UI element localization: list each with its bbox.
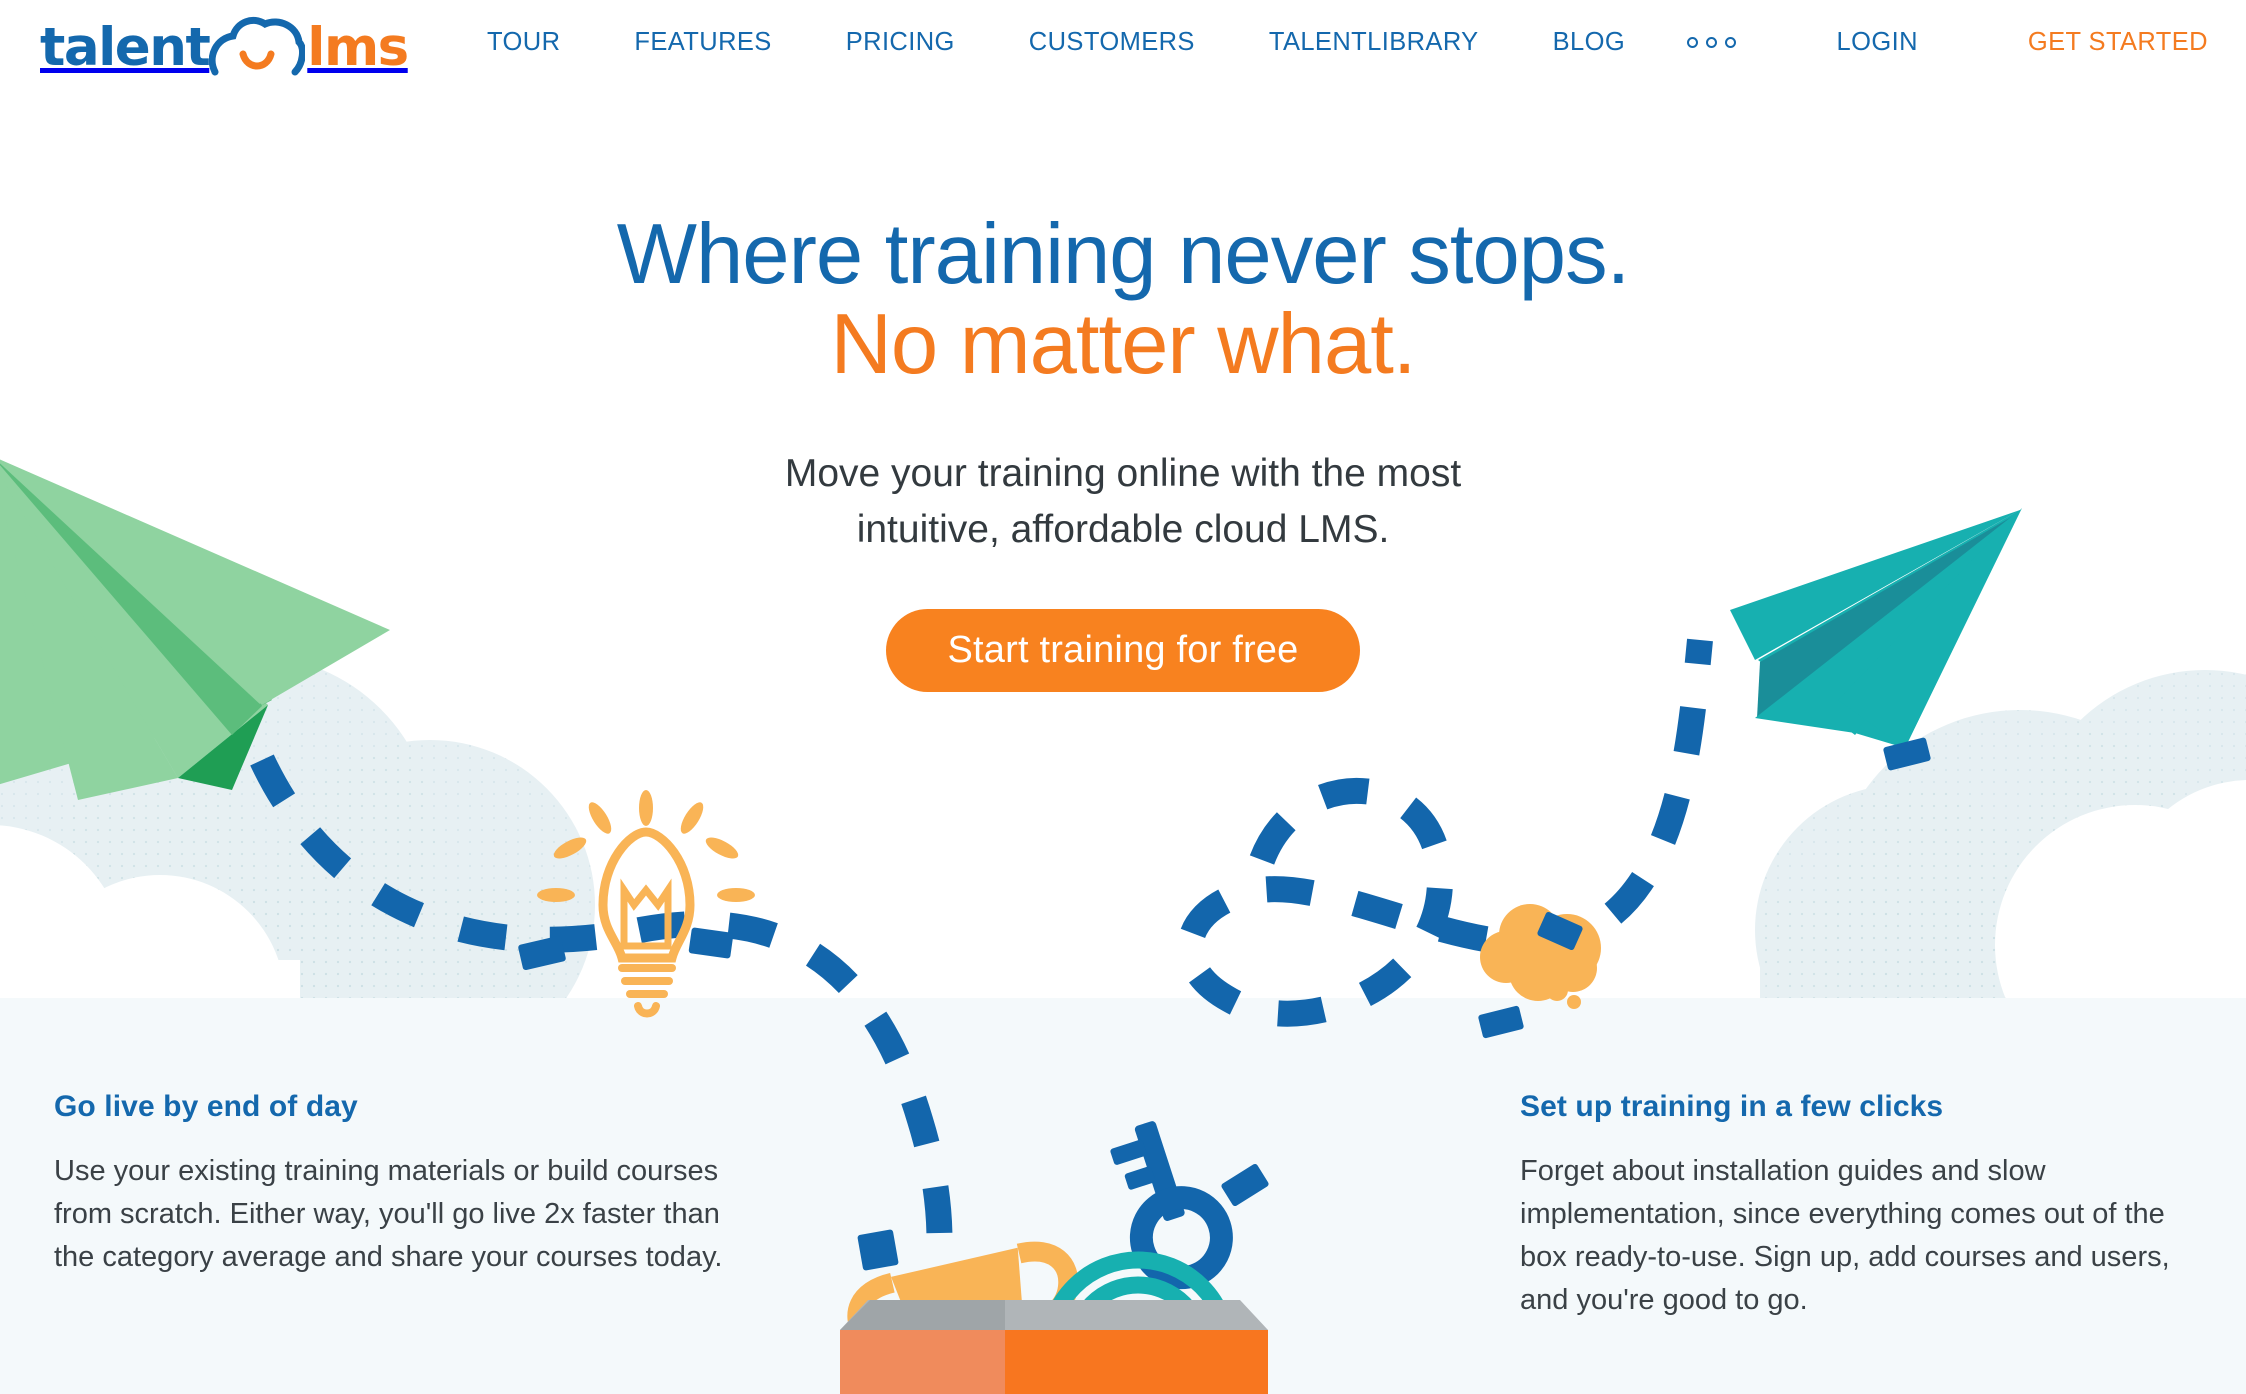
page-title: Where training never stops. No matter wh… (0, 207, 2246, 393)
nav-account-actions: LOGIN GET STARTED (1837, 28, 2208, 57)
get-started-link[interactable]: GET STARTED (2028, 28, 2208, 57)
nav-item-talentlibrary[interactable]: TALENTLIBRARY (1269, 28, 1479, 57)
primary-nav-links: TOUR FEATURES PRICING CUSTOMERS TALENTLI… (487, 28, 1737, 57)
top-navigation-bar: talent lms TOUR FEATURES PRICING CUSTOME… (0, 0, 2246, 97)
cloud-smile-icon (209, 17, 306, 76)
hero-section: Where training never stops. No matter wh… (0, 0, 2246, 692)
dot-3 (1725, 37, 1737, 48)
login-link[interactable]: LOGIN (1837, 28, 1918, 57)
feature-body-go-live: Use your existing training materials or … (54, 1155, 723, 1273)
nav-item-customers[interactable]: CUSTOMERS (1029, 28, 1195, 57)
landing-page: talent lms TOUR FEATURES PRICING CUSTOME… (0, 0, 2246, 1394)
dot-2 (1706, 37, 1718, 48)
brand-logo[interactable]: talent lms (40, 14, 430, 80)
thought-bubble-icon (1480, 904, 1601, 1009)
cta-container: Start training for free (0, 608, 2246, 692)
start-training-for-free-button[interactable]: Start training for free (885, 608, 1361, 692)
feature-title-set-up: Set up training in a few clicks (1520, 1090, 1944, 1123)
nav-item-pricing[interactable]: PRICING (846, 28, 955, 57)
subheading-line-2: intuitive, affordable cloud LMS. (856, 507, 1390, 551)
headline-line-2: No matter what. (830, 297, 1417, 393)
nav-item-blog[interactable]: BLOG (1553, 28, 1625, 57)
headline-line-1: Where training never stops. (616, 207, 1630, 302)
logo-text-lms: lms (307, 16, 409, 78)
subheading-line-1: Move your training online with the most (784, 452, 1462, 496)
three-dots-icon[interactable] (1687, 37, 1737, 48)
feature-title-go-live: Go live by end of day (54, 1090, 358, 1123)
dot-1 (1687, 37, 1699, 48)
feature-set-up: Set up training in a few clicks Forget a… (1520, 1090, 2190, 1322)
logo-text-talent: talent (40, 16, 211, 78)
hero-subheading: Move your training online with the most … (0, 446, 2246, 557)
nav-item-features[interactable]: FEATURES (634, 28, 771, 57)
feature-body-set-up: Forget about installation guides and slo… (1520, 1155, 2170, 1316)
lightbulb-icon (537, 790, 755, 1018)
feature-go-live: Go live by end of day Use your existing … (54, 1090, 724, 1279)
nav-item-tour[interactable]: TOUR (487, 28, 560, 57)
